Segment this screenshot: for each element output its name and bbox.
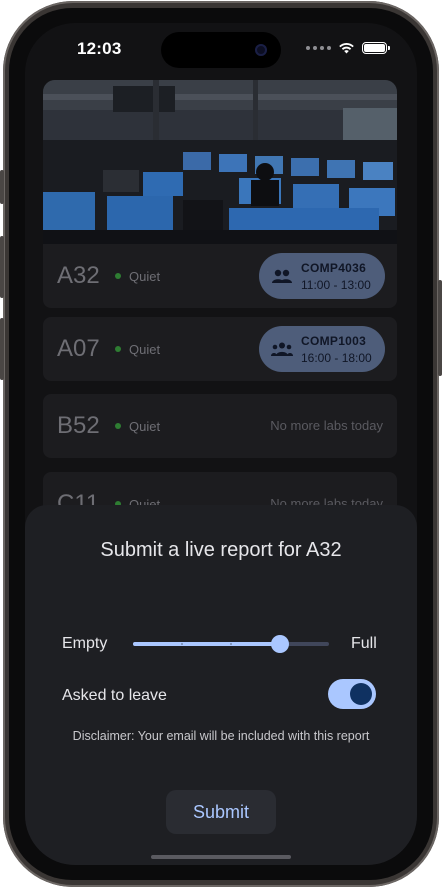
action-button (0, 170, 4, 204)
slider-fill (133, 642, 280, 646)
slider-tick (230, 643, 232, 645)
slider-max-label: Full (351, 635, 377, 652)
status-dot-icon (115, 346, 121, 352)
volume-down-button (0, 318, 4, 380)
asked-to-leave-toggle[interactable] (328, 679, 376, 709)
report-sheet: Submit a live report for A32 Empty Full … (25, 505, 417, 865)
class-time: 11:00 - 13:00 (301, 277, 371, 292)
people-icon (272, 269, 292, 283)
room-name: A07 (57, 335, 100, 362)
disclaimer-text: Disclaimer: Your email will be included … (72, 729, 370, 743)
class-code: COMP1003 (301, 333, 367, 348)
room-name: A32 (57, 262, 100, 289)
room-card-a32[interactable]: A32 Quiet COMP4036 11:00 - 13:00 (43, 244, 397, 308)
class-code: COMP4036 (301, 260, 367, 275)
screen: 12:03 A32 Quiet COMP4036 11:00 - 13:00 A… (25, 23, 417, 865)
slider-thumb[interactable] (271, 635, 289, 653)
status-icons (306, 41, 390, 54)
room-card-a07[interactable]: A07 Quiet COMP1003 16:00 - 18:00 (43, 317, 397, 381)
sheet-title: Submit a live report for A32 (100, 539, 342, 561)
slider-min-label: Empty (62, 635, 108, 652)
submit-button[interactable]: Submit (166, 790, 276, 834)
battery-icon (362, 41, 390, 54)
volume-up-button (0, 236, 4, 298)
room-status: Quiet (129, 341, 161, 357)
wifi-icon (339, 42, 354, 54)
no-more-labs-text: No more labs today (270, 418, 383, 433)
status-dot-icon (115, 423, 121, 429)
status-dot-icon (115, 273, 121, 279)
power-button (438, 280, 442, 376)
room-status: Quiet (129, 268, 161, 284)
groups-icon (271, 342, 293, 356)
toggle-label: Asked to leave (62, 687, 167, 704)
camera-icon (255, 44, 267, 56)
room-status: Quiet (129, 418, 161, 434)
lab-photo (43, 80, 397, 244)
class-time: 16:00 - 18:00 (301, 350, 372, 365)
home-indicator[interactable] (151, 855, 291, 859)
dynamic-island (161, 32, 281, 68)
slider-tick (181, 643, 183, 645)
class-pill[interactable]: COMP4036 11:00 - 13:00 (259, 253, 385, 299)
status-time: 12:03 (77, 39, 122, 58)
room-card-b52[interactable]: B52 Quiet No more labs today (43, 394, 397, 458)
occupancy-slider[interactable] (133, 635, 329, 653)
room-name: B52 (57, 412, 100, 439)
toggle-knob (350, 683, 372, 705)
class-pill[interactable]: COMP1003 16:00 - 18:00 (259, 326, 385, 372)
signal-dots-icon (306, 45, 331, 50)
